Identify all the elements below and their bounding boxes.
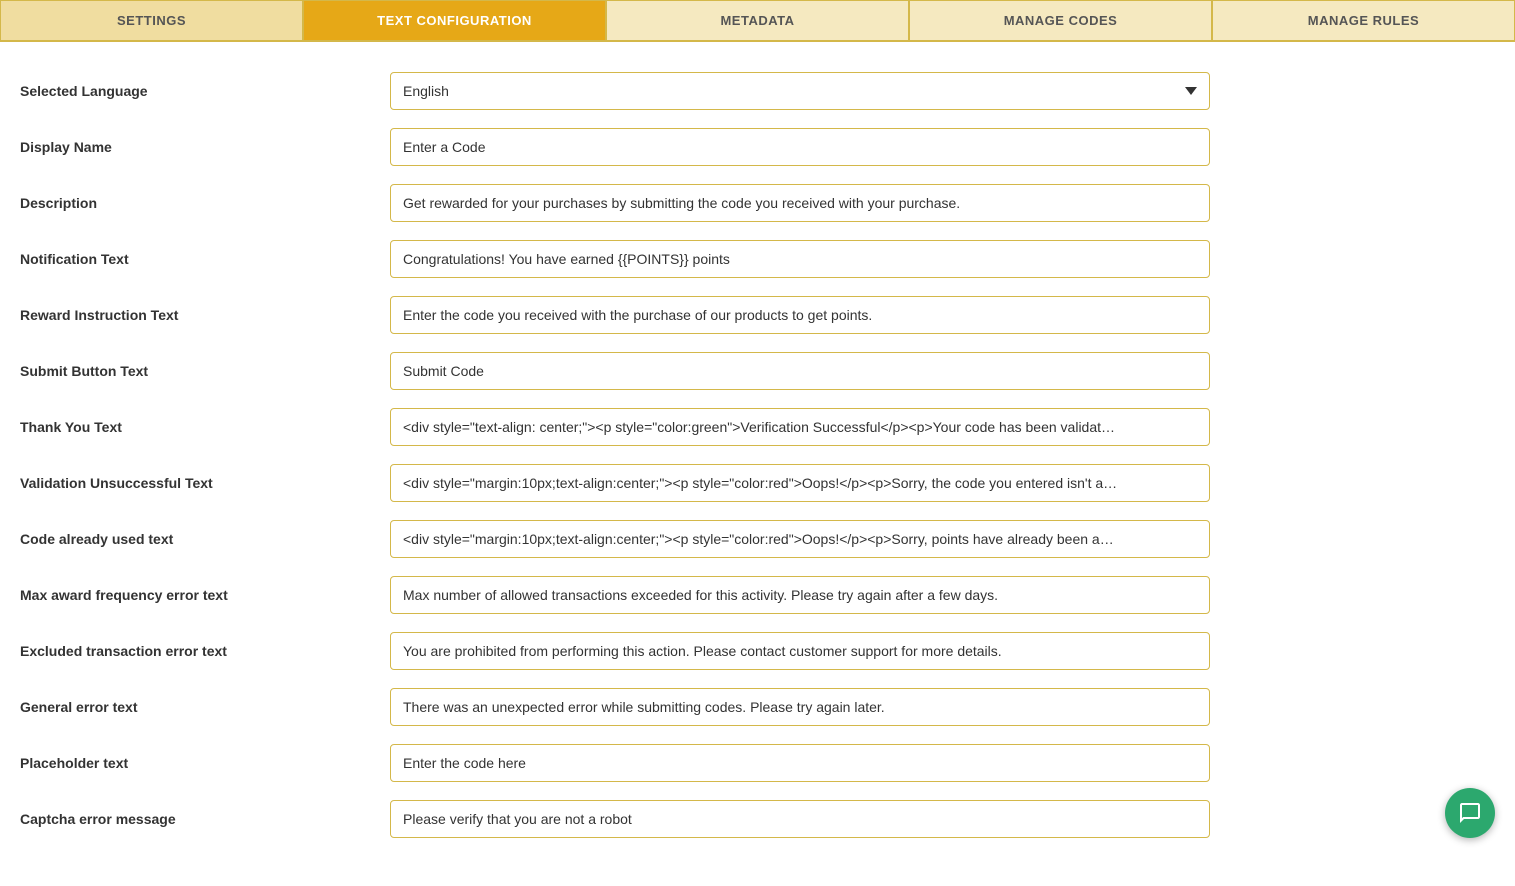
tab-manage-rules[interactable]: MANAGE RULES bbox=[1212, 0, 1515, 40]
selected-language-select[interactable]: English French Spanish German bbox=[390, 72, 1210, 110]
captcha-error-message-row: Captcha error message bbox=[20, 800, 1495, 838]
excluded-transaction-error-text-label: Excluded transaction error text bbox=[20, 643, 390, 659]
reward-instruction-text-input[interactable] bbox=[390, 296, 1210, 334]
tab-manage-codes[interactable]: MANAGE CODES bbox=[909, 0, 1212, 40]
submit-button-text-input[interactable] bbox=[390, 352, 1210, 390]
display-name-input[interactable] bbox=[390, 128, 1210, 166]
reward-instruction-text-row: Reward Instruction Text bbox=[20, 296, 1495, 334]
placeholder-text-row: Placeholder text bbox=[20, 744, 1495, 782]
description-row: Description bbox=[20, 184, 1495, 222]
max-award-frequency-error-text-input[interactable] bbox=[390, 576, 1210, 614]
tab-metadata[interactable]: METADATA bbox=[606, 0, 909, 40]
description-input[interactable] bbox=[390, 184, 1210, 222]
max-award-frequency-error-text-row: Max award frequency error text bbox=[20, 576, 1495, 614]
selected-language-label: Selected Language bbox=[20, 83, 390, 99]
general-error-text-label: General error text bbox=[20, 699, 390, 715]
validation-unsuccessful-text-input[interactable] bbox=[390, 464, 1210, 502]
thank-you-text-row: Thank You Text bbox=[20, 408, 1495, 446]
selected-language-row: Selected Language English French Spanish… bbox=[20, 72, 1495, 110]
notification-text-row: Notification Text bbox=[20, 240, 1495, 278]
tab-text-configuration[interactable]: TEXT CONFIGURATION bbox=[303, 0, 606, 40]
excluded-transaction-error-text-input[interactable] bbox=[390, 632, 1210, 670]
validation-unsuccessful-text-row: Validation Unsuccessful Text bbox=[20, 464, 1495, 502]
submit-button-text-label: Submit Button Text bbox=[20, 363, 390, 379]
display-name-row: Display Name bbox=[20, 128, 1495, 166]
validation-unsuccessful-text-label: Validation Unsuccessful Text bbox=[20, 475, 390, 491]
notification-text-input[interactable] bbox=[390, 240, 1210, 278]
tab-navigation: SETTINGS TEXT CONFIGURATION METADATA MAN… bbox=[0, 0, 1515, 42]
thank-you-text-input[interactable] bbox=[390, 408, 1210, 446]
tab-settings[interactable]: SETTINGS bbox=[0, 0, 303, 40]
notification-text-label: Notification Text bbox=[20, 251, 390, 267]
display-name-label: Display Name bbox=[20, 139, 390, 155]
general-error-text-row: General error text bbox=[20, 688, 1495, 726]
description-label: Description bbox=[20, 195, 390, 211]
reward-instruction-text-label: Reward Instruction Text bbox=[20, 307, 390, 323]
code-already-used-text-input[interactable] bbox=[390, 520, 1210, 558]
captcha-error-message-label: Captcha error message bbox=[20, 811, 390, 827]
general-error-text-input[interactable] bbox=[390, 688, 1210, 726]
submit-button-text-row: Submit Button Text bbox=[20, 352, 1495, 390]
chat-button[interactable] bbox=[1445, 788, 1495, 838]
main-content: Selected Language English French Spanish… bbox=[0, 42, 1515, 886]
placeholder-text-input[interactable] bbox=[390, 744, 1210, 782]
code-already-used-text-label: Code already used text bbox=[20, 531, 390, 547]
max-award-frequency-error-text-label: Max award frequency error text bbox=[20, 587, 390, 603]
code-already-used-text-row: Code already used text bbox=[20, 520, 1495, 558]
placeholder-text-label: Placeholder text bbox=[20, 755, 390, 771]
thank-you-text-label: Thank You Text bbox=[20, 419, 390, 435]
captcha-error-message-input[interactable] bbox=[390, 800, 1210, 838]
excluded-transaction-error-text-row: Excluded transaction error text bbox=[20, 632, 1495, 670]
